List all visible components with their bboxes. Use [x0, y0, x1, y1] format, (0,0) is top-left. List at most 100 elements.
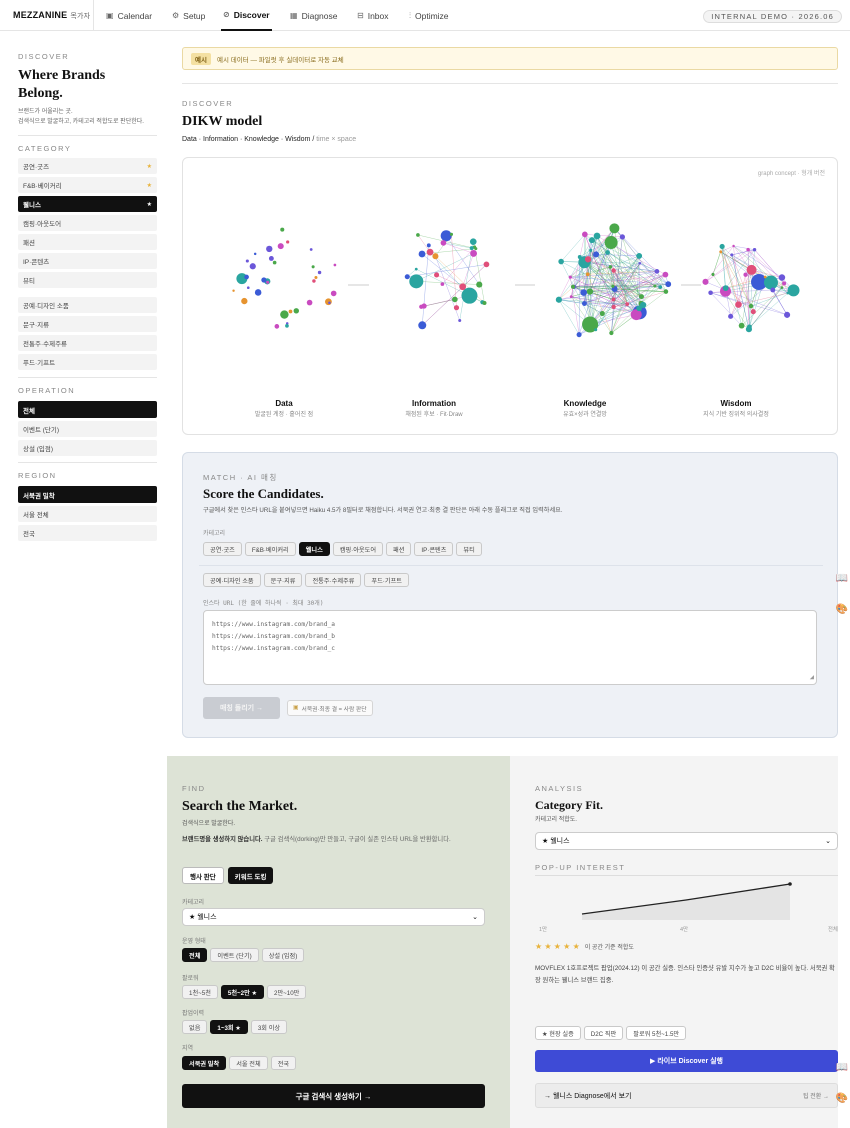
- chip-region[interactable]: 전국: [270, 1056, 297, 1070]
- chip-operation[interactable]: 상설 (입점): [261, 948, 305, 962]
- app-logo[interactable]: MEZZANINE 목가자: [13, 10, 90, 21]
- graph-edge: [578, 256, 581, 335]
- graph-node: [241, 297, 248, 305]
- graph-node: [743, 272, 748, 277]
- graph-node: [609, 330, 614, 336]
- chip-category[interactable]: 캠핑·아웃도어: [332, 542, 384, 556]
- nav-calendar[interactable]: ▣ Calendar: [104, 0, 154, 31]
- tag: ★ 현장 실증: [535, 1026, 581, 1040]
- chip-category[interactable]: 푸드·기프트: [364, 573, 409, 587]
- chip-category[interactable]: 공예·디자인 소품: [203, 573, 261, 587]
- nav-inbox[interactable]: ⊟ Inbox: [355, 0, 391, 31]
- sidebar-item-category[interactable]: 웰니스 ★: [18, 196, 157, 212]
- graph-node: [745, 326, 753, 333]
- view-in-diagnose-link[interactable]: → 웰니스 Diagnose에서 보기 팁 전환 →: [535, 1083, 838, 1108]
- sidebar-item-operation[interactable]: 전체: [18, 401, 157, 418]
- graph-node: [625, 302, 630, 306]
- analysis-category-select[interactable]: ★ 웰니스 ⌄: [535, 832, 838, 850]
- chip-popup-history[interactable]: 없음: [182, 1020, 208, 1034]
- sidebar-item-category[interactable]: 패션: [18, 234, 157, 250]
- chip-popup-history[interactable]: 3회 이상: [250, 1020, 288, 1034]
- generate-search-button[interactable]: 구글 검색식 생성하기 →: [182, 1084, 485, 1108]
- operation-label: OPERATION: [18, 386, 76, 395]
- chip-follower[interactable]: 5천~2만 ★: [220, 985, 265, 999]
- chip-category[interactable]: 뷰티: [456, 542, 482, 556]
- chip-popup-history[interactable]: 1~3회 ★: [210, 1020, 248, 1034]
- chip-follower[interactable]: 1천~5천: [182, 985, 218, 999]
- sidebar-item-category[interactable]: 푸드·기프트: [18, 354, 157, 370]
- graph-node: [738, 322, 745, 329]
- graph-node: [581, 301, 587, 306]
- sidebar-item-category[interactable]: 공연·굿즈 ★: [18, 158, 157, 174]
- tab-keyword-dorking[interactable]: 키워드 도킹: [227, 867, 274, 884]
- sidebar-item-category[interactable]: 문구·지류: [18, 316, 157, 332]
- chip-category[interactable]: 문구·지류: [263, 573, 303, 587]
- notice-text: 예시 데이터 — 파일럿 후 실데이터로 자동 교체: [216, 56, 344, 64]
- run-matching-button[interactable]: 매칭 돌리기 →: [203, 697, 280, 719]
- palette-icon[interactable]: 🎨: [834, 1089, 850, 1107]
- chip-region[interactable]: 서울 전체: [229, 1056, 268, 1070]
- divider: [182, 83, 838, 84]
- graph-node: [409, 274, 424, 289]
- graph-edge: [558, 299, 580, 335]
- chip-category[interactable]: 전통주·수제주류: [305, 573, 362, 587]
- graph-node: [285, 323, 289, 328]
- graph-node: [586, 288, 594, 295]
- sidebar-item-category[interactable]: 캠핑·아웃도어: [18, 215, 157, 231]
- sidebar-item-category[interactable]: 뷰티: [18, 272, 157, 288]
- tab-event-judgment[interactable]: 행사 판단: [182, 867, 224, 884]
- sidebar-item-category[interactable]: F&B·베이커리 ★: [18, 177, 157, 193]
- chip-category[interactable]: F&B·베이커리: [244, 542, 296, 556]
- nav-discover[interactable]: ⊘ Discover: [221, 0, 272, 31]
- chip-category[interactable]: 웰니스: [298, 542, 330, 556]
- graph-node: [611, 268, 616, 273]
- graph-node: [254, 289, 262, 296]
- popup-interest-chart: [581, 882, 792, 920]
- sidebar-item-operation[interactable]: 이벤트 (단기): [18, 421, 157, 437]
- stage-knowledge: Knowledge 유효×성과 연결망: [563, 399, 607, 418]
- book-icon[interactable]: 📖: [834, 1058, 850, 1076]
- palette-icon[interactable]: 🎨: [834, 600, 850, 618]
- sidebar-item-region[interactable]: 전국: [18, 525, 157, 541]
- chip-category[interactable]: 공연·굿즈: [203, 542, 242, 556]
- run-live-discover-button[interactable]: ▶ 라이브 Discover 실행: [535, 1050, 838, 1072]
- nav-diagnose[interactable]: ▦ Diagnose: [288, 0, 339, 31]
- chip-follower[interactable]: 2만~10만: [267, 985, 307, 999]
- graph-node: [277, 243, 284, 250]
- grid-icon: ▦: [290, 11, 298, 20]
- graph-node: [719, 243, 725, 250]
- resize-handle-icon[interactable]: ◢: [810, 671, 814, 683]
- nav-optimize[interactable]: ⫶ Optimize: [407, 0, 451, 31]
- graph-node: [593, 232, 601, 240]
- graph-node: [245, 259, 249, 263]
- popup-chips: 없음 1~3회 ★ 3회 이상: [182, 1020, 290, 1034]
- nav-setup[interactable]: ⚙ Setup: [170, 0, 207, 31]
- graph-node: [577, 255, 582, 259]
- sidebar-item-region[interactable]: 서북권 밀착: [18, 486, 157, 503]
- graph-node: [636, 252, 643, 259]
- chip-operation[interactable]: 이벤트 (단기): [210, 948, 259, 962]
- op-chips: 전체 이벤트 (단기) 상설 (입점): [182, 948, 307, 962]
- match-category-label: 카테고리: [203, 531, 226, 537]
- chip-category[interactable]: 패션: [386, 542, 412, 556]
- find-mode-tabs: 행사 판단 키워드 도킹: [182, 867, 274, 884]
- sidebar-item-category[interactable]: IP·콘텐츠: [18, 253, 157, 269]
- chip-operation[interactable]: 전체: [182, 948, 208, 962]
- url-textarea[interactable]: https://www.instagram.com/brand_a https:…: [203, 610, 817, 685]
- book-icon[interactable]: 📖: [834, 569, 850, 587]
- sidebar-item-category[interactable]: 공예·디자인 소품: [18, 297, 157, 313]
- op-label: 운영 형태: [182, 939, 206, 945]
- graph-node: [604, 235, 618, 249]
- find-category-select[interactable]: ★ 웰니스 ⌄: [182, 908, 485, 926]
- sidebar-item-operation[interactable]: 상설 (입점): [18, 440, 157, 456]
- graph-node: [312, 279, 316, 283]
- graph-node: [558, 258, 564, 265]
- sidebar-item-region[interactable]: 서울 전체: [18, 506, 157, 522]
- chip-region[interactable]: 서북권 밀착: [182, 1056, 227, 1070]
- graph-node: [333, 263, 337, 267]
- graph-node: [453, 305, 460, 311]
- chevron-down-icon: ⌄: [825, 838, 831, 845]
- chip-category[interactable]: IP·콘텐츠: [414, 542, 454, 556]
- graph-node: [611, 284, 615, 288]
- sidebar-item-category[interactable]: 전통주·수제주류: [18, 335, 157, 351]
